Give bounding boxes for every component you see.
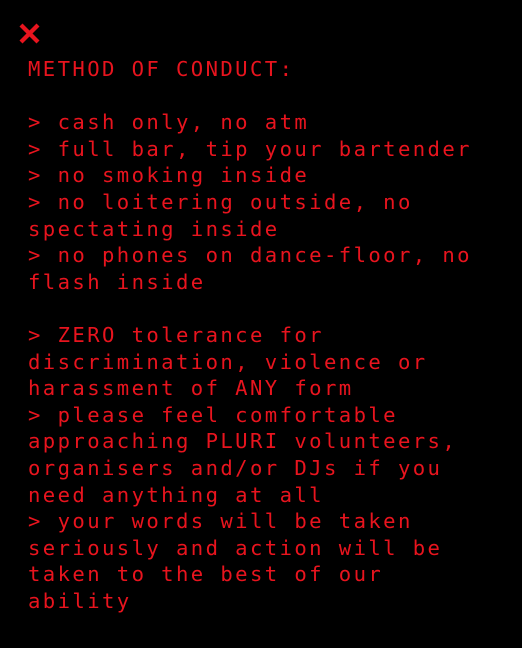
rule-line: > please feel comfortable bbox=[28, 402, 398, 427]
rule-line: > no smoking inside bbox=[28, 163, 310, 188]
rule-line: > no loitering outside, no bbox=[28, 189, 413, 214]
rule-line: taken to the best of our bbox=[28, 562, 384, 587]
close-icon bbox=[19, 23, 40, 44]
rule-line: discrimination, violence or bbox=[28, 349, 428, 374]
rule-line: spectating inside bbox=[28, 216, 280, 241]
rule-line: > ZERO tolerance for bbox=[28, 322, 324, 347]
rule-line: need anything at all bbox=[28, 482, 324, 507]
rule-line: organisers and/or DJs if you bbox=[28, 455, 443, 480]
rule-line: ability bbox=[28, 588, 132, 613]
close-button[interactable] bbox=[17, 20, 43, 46]
page-title: METHOD OF CONDUCT: bbox=[28, 57, 295, 81]
rule-line: > your words will be taken bbox=[28, 509, 413, 534]
rule-line: flash inside bbox=[28, 269, 206, 294]
rule-line: > cash only, no atm bbox=[28, 110, 310, 135]
rule-line: harassment of ANY form bbox=[28, 376, 354, 401]
rule-line: approaching PLURI volunteers, bbox=[28, 429, 458, 454]
rule-line: seriously and action will be bbox=[28, 535, 443, 560]
rule-line: > full bar, tip your bartender bbox=[28, 136, 472, 161]
rule-line: > no phones on dance-floor, no bbox=[28, 243, 472, 268]
conduct-panel: METHOD OF CONDUCT: > cash only, no atm >… bbox=[28, 56, 508, 614]
